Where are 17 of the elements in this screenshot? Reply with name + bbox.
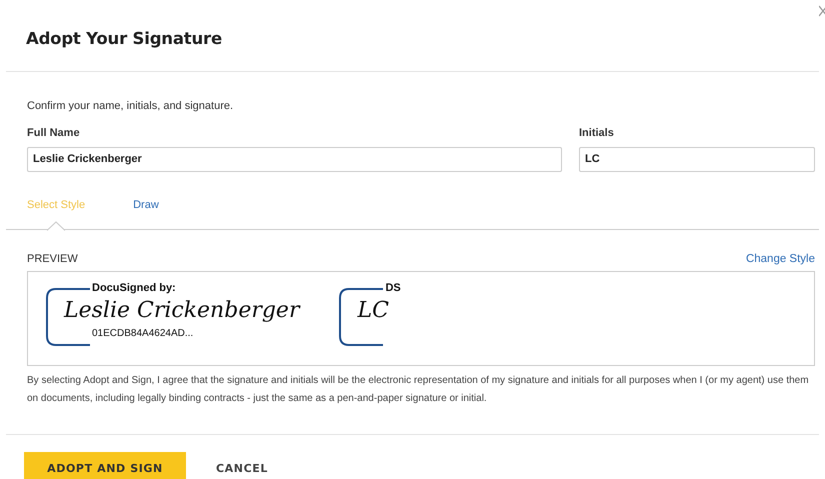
text-field[interactable]: LC (579, 146, 815, 172)
signature-text: Leslie Crickenberger (64, 296, 300, 325)
field-label: Initials (579, 126, 615, 140)
signature-text: LC (357, 296, 389, 325)
disclaimer-text: By selecting Adopt and Sign, I agree that the signature and initials will be the electronic representation of my signature and initials for all purposes when I (or my agent) use them on documents, including legally binding contracts - just the same as a pen-and-paper signature or initial. (27, 374, 810, 406)
tab[interactable]: Draw (133, 194, 159, 215)
signature-header: DS (384, 282, 401, 294)
change-style-link[interactable]: Change Style (746, 250, 815, 268)
instruction-text: Confirm your name, initials, and signature. (27, 99, 234, 114)
adopt-button[interactable]: ADOPT AND SIGN (24, 452, 186, 479)
text-field[interactable]: Leslie Crickenberger (27, 146, 562, 172)
cancel-button[interactable]: CANCEL (210, 452, 274, 479)
signature-header: DocuSigned by: (91, 282, 177, 294)
field-label: Full Name (27, 126, 81, 140)
dialog-title: Adopt Your Signature (26, 29, 223, 49)
signature-id: 01ECDB84A4624AD... (91, 328, 194, 340)
preview-label: PREVIEW (27, 252, 78, 268)
